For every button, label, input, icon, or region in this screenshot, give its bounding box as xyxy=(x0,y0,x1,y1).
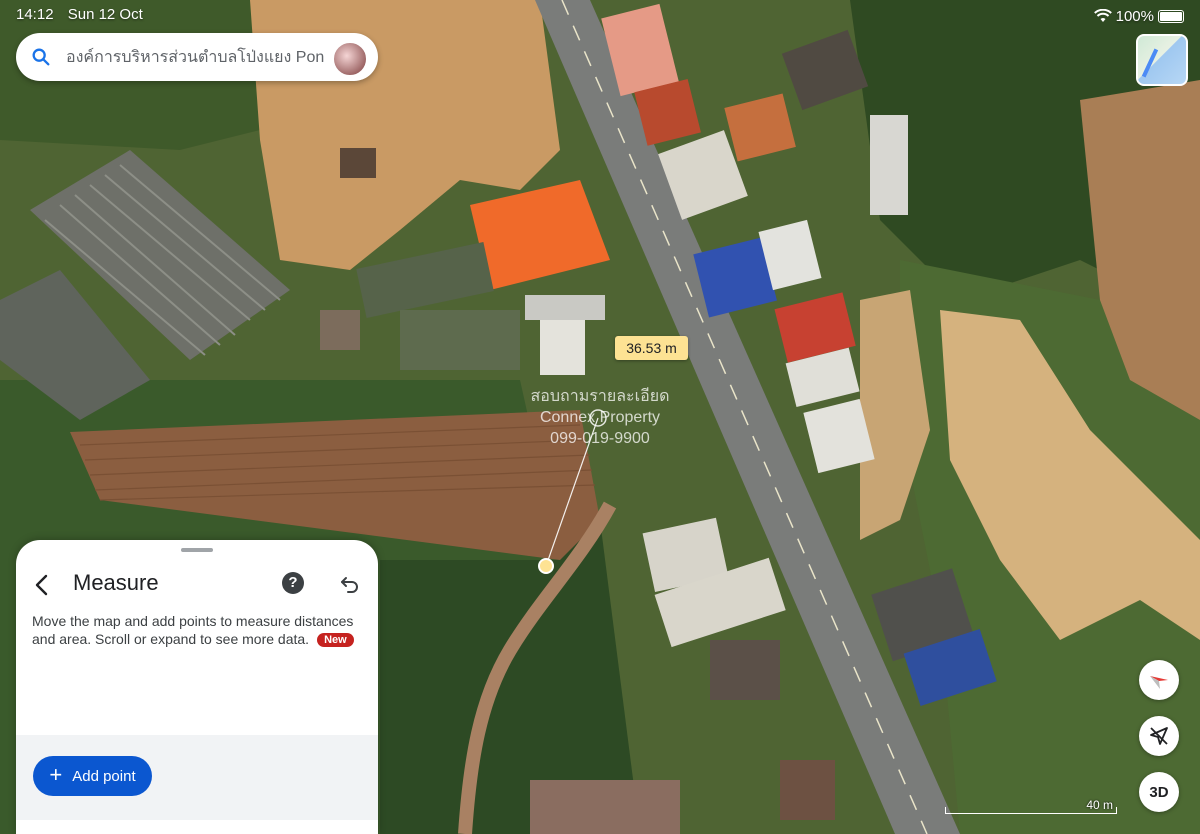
status-date: Sun 12 Oct xyxy=(67,6,143,23)
add-point-label: Add point xyxy=(72,767,136,785)
new-badge: New xyxy=(317,633,354,647)
layers-button[interactable] xyxy=(1136,34,1188,86)
watermark: สอบถามรายละเอียด Connex Property 099-019… xyxy=(525,386,675,449)
watermark-line-2: Connex Property xyxy=(539,409,661,426)
search-query[interactable]: องค์การบริหารส่วนตำบลโป่งแยง Pong Yaeng xyxy=(66,45,324,70)
compass-icon xyxy=(1150,676,1168,689)
undo-icon[interactable] xyxy=(338,572,362,596)
battery-percent: 100% xyxy=(1115,7,1154,25)
compass-button[interactable] xyxy=(1139,660,1179,700)
watermark-line-3: 099-019-9900 xyxy=(550,430,650,447)
status-time: 14:12 xyxy=(16,6,54,23)
measure-panel: Measure ? Move the map and add points to… xyxy=(16,540,378,834)
drag-handle[interactable] xyxy=(181,548,213,552)
location-button[interactable] xyxy=(1139,716,1179,756)
scale-bar: 40 m xyxy=(945,798,1117,816)
location-off-icon xyxy=(1150,727,1168,745)
distance-label: 36.53 m xyxy=(615,336,688,360)
wifi-icon xyxy=(1093,9,1112,22)
panel-header: Measure ? xyxy=(16,568,378,602)
plus-icon: + xyxy=(49,762,63,787)
help-icon[interactable]: ? xyxy=(282,572,304,594)
watermark-line-1: สอบถามรายละเอียด xyxy=(530,388,670,405)
description-text: Move the map and add points to measure d… xyxy=(32,613,354,647)
search-icon[interactable] xyxy=(30,46,52,68)
status-bar: 14:12 Sun 12 Oct 100% xyxy=(16,6,1184,26)
back-icon[interactable] xyxy=(30,572,56,598)
avatar[interactable] xyxy=(332,41,368,77)
add-point-button[interactable]: + Add point xyxy=(33,756,152,796)
battery-icon xyxy=(1158,9,1184,23)
panel-title: Measure xyxy=(73,570,159,595)
3d-button[interactable]: 3D xyxy=(1139,772,1179,812)
search-bar[interactable]: องค์การบริหารส่วนตำบลโป่งแยง Pong Yaeng xyxy=(16,33,378,81)
panel-description: Move the map and add points to measure d… xyxy=(32,612,367,648)
